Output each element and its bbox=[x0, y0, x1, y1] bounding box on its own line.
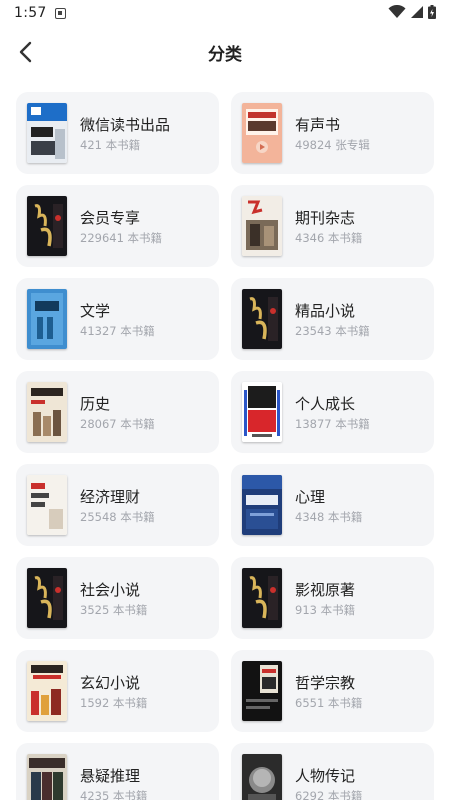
category-name: 有声书 bbox=[295, 116, 341, 134]
category-name: 期刊杂志 bbox=[295, 209, 356, 227]
category-card-magazine[interactable]: 期刊杂志 4346 本书籍 bbox=[231, 185, 434, 267]
category-name: 会员专享 bbox=[80, 209, 141, 227]
book-cover bbox=[27, 661, 67, 721]
category-card-mystery[interactable]: 悬疑推理 4235 本书籍 bbox=[16, 743, 219, 800]
category-name: 个人成长 bbox=[295, 395, 356, 413]
category-card-premium-novel[interactable]: 精品小说 23543 本书籍 bbox=[231, 278, 434, 360]
book-cover bbox=[242, 103, 282, 163]
category-name: 玄幻小说 bbox=[80, 674, 141, 692]
category-count: 229641 本书籍 bbox=[80, 231, 163, 245]
category-name: 人物传记 bbox=[295, 767, 356, 785]
book-cover bbox=[27, 382, 67, 442]
category-count: 4346 本书籍 bbox=[295, 231, 363, 245]
category-name: 历史 bbox=[80, 395, 111, 413]
book-cover bbox=[242, 475, 282, 535]
category-card-social-novel[interactable]: 社会小说 3525 本书籍 bbox=[16, 557, 219, 639]
category-count: 913 本书籍 bbox=[295, 603, 356, 617]
category-grid: 微信读书出品 421 本书籍 有声书 49824 张专辑 会员专享 229641… bbox=[16, 92, 434, 800]
book-cover bbox=[242, 568, 282, 628]
category-card-biography[interactable]: 人物传记 6292 本书籍 bbox=[231, 743, 434, 800]
book-cover bbox=[27, 103, 67, 163]
book-cover bbox=[27, 475, 67, 535]
category-name: 经济理财 bbox=[80, 488, 141, 506]
category-card-fantasy[interactable]: 玄幻小说 1592 本书籍 bbox=[16, 650, 219, 732]
category-count: 28067 本书籍 bbox=[80, 417, 155, 431]
book-cover bbox=[242, 382, 282, 442]
page-title: 分类 bbox=[208, 45, 242, 65]
category-count: 25548 本书籍 bbox=[80, 510, 155, 524]
category-name: 悬疑推理 bbox=[80, 767, 141, 785]
status-icons bbox=[388, 5, 436, 19]
book-cover bbox=[242, 289, 282, 349]
category-count: 13877 本书籍 bbox=[295, 417, 370, 431]
book-cover bbox=[27, 289, 67, 349]
status-bar: 1:57 bbox=[0, 0, 450, 26]
category-card-audiobook[interactable]: 有声书 49824 张专辑 bbox=[231, 92, 434, 174]
category-count: 3525 本书籍 bbox=[80, 603, 148, 617]
category-card-personal-growth[interactable]: 个人成长 13877 本书籍 bbox=[231, 371, 434, 453]
book-cover bbox=[242, 196, 282, 256]
category-card-member[interactable]: 会员专享 229641 本书籍 bbox=[16, 185, 219, 267]
category-card-literature[interactable]: 文学 41327 本书籍 bbox=[16, 278, 219, 360]
category-name: 文学 bbox=[80, 302, 111, 320]
category-card-psychology[interactable]: 心理 4348 本书籍 bbox=[231, 464, 434, 546]
category-name: 社会小说 bbox=[80, 581, 141, 599]
signal-icon bbox=[411, 6, 423, 18]
category-card-film-original[interactable]: 影视原著 913 本书籍 bbox=[231, 557, 434, 639]
category-count: 6551 本书籍 bbox=[295, 696, 363, 710]
category-name: 精品小说 bbox=[295, 302, 356, 320]
category-count: 1592 本书籍 bbox=[80, 696, 148, 710]
category-count: 4348 本书籍 bbox=[295, 510, 363, 524]
category-card-history[interactable]: 历史 28067 本书籍 bbox=[16, 371, 219, 453]
status-time: 1:57 bbox=[14, 5, 47, 21]
category-card-weread[interactable]: 微信读书出品 421 本书籍 bbox=[16, 92, 219, 174]
book-cover bbox=[242, 661, 282, 721]
category-count: 6292 本书籍 bbox=[295, 789, 363, 800]
category-count: 41327 本书籍 bbox=[80, 324, 155, 338]
category-count: 4235 本书籍 bbox=[80, 789, 148, 800]
book-cover bbox=[27, 754, 67, 800]
book-cover bbox=[27, 196, 67, 256]
category-name: 心理 bbox=[295, 488, 326, 506]
app-bar: 分类 bbox=[0, 30, 450, 74]
book-cover bbox=[242, 754, 282, 800]
category-name: 微信读书出品 bbox=[80, 116, 171, 134]
category-name: 哲学宗教 bbox=[295, 674, 356, 692]
category-card-philosophy[interactable]: 哲学宗教 6551 本书籍 bbox=[231, 650, 434, 732]
notification-icon bbox=[54, 7, 66, 19]
book-cover bbox=[27, 568, 67, 628]
category-name: 影视原著 bbox=[295, 581, 356, 599]
category-card-finance[interactable]: 经济理财 25548 本书籍 bbox=[16, 464, 219, 546]
battery-icon bbox=[428, 5, 436, 19]
category-count: 421 本书籍 bbox=[80, 138, 141, 152]
wifi-icon bbox=[388, 5, 406, 18]
category-count: 23543 本书籍 bbox=[295, 324, 370, 338]
category-count: 49824 张专辑 bbox=[295, 138, 370, 152]
